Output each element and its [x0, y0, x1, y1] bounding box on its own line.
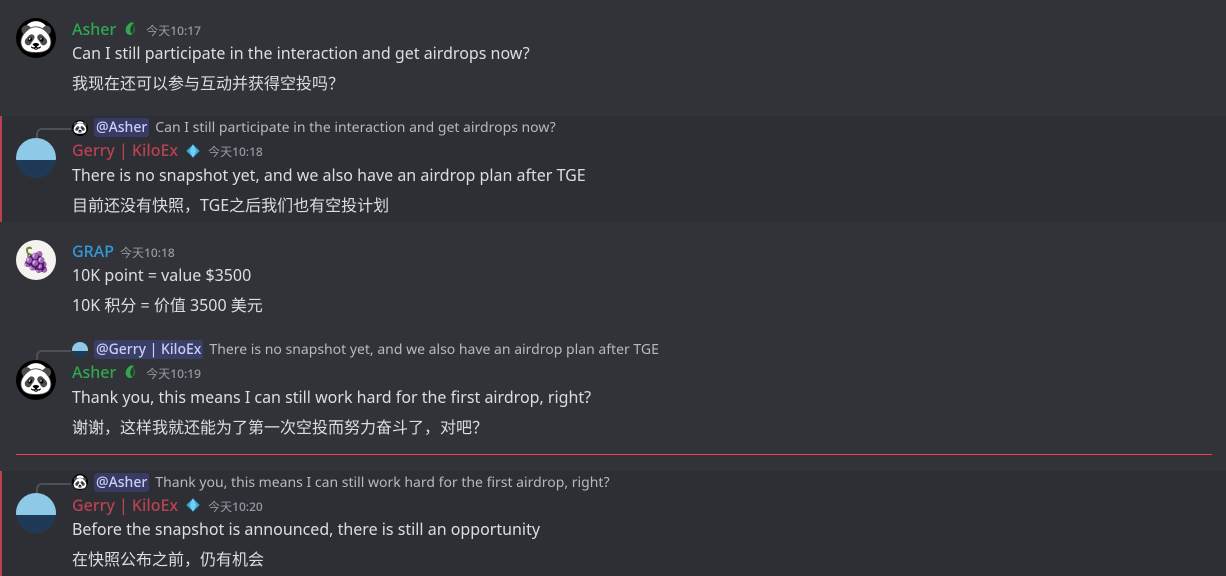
reply-username[interactable]: @Asher — [94, 473, 149, 492]
reply-context[interactable]: @Asher Thank you, this means I can still … — [72, 473, 1178, 492]
leaf-icon — [123, 21, 139, 37]
leaf-icon — [123, 364, 139, 380]
reply-preview-text[interactable]: Thank you, this means I can still work h… — [155, 473, 609, 492]
username[interactable]: Asher — [72, 18, 116, 40]
reply-preview-text[interactable]: Can I still participate in the interacti… — [155, 118, 555, 137]
reply-avatar[interactable] — [72, 342, 88, 358]
new-messages-divider — [16, 454, 1212, 455]
message-header: GRAP 今天10:18 — [72, 240, 1178, 262]
message-header: Asher 今天10:19 — [72, 361, 1178, 383]
timestamp: 今天10:18 — [208, 144, 263, 161]
leaf-icon — [122, 363, 140, 381]
message[interactable]: @Asher Can I still participate in the int… — [0, 116, 1226, 221]
avatar[interactable] — [16, 18, 56, 58]
message[interactable]: Asher 今天10:17 Can I still participate in t… — [0, 16, 1226, 100]
message[interactable]: GRAP 今天10:18 10K point = value $3500 10K 积分… — [0, 238, 1226, 322]
message-text: Thank you, this means I can still work h… — [72, 386, 1178, 408]
reply-avatar[interactable] — [72, 120, 88, 136]
timestamp: 今天10:20 — [208, 499, 263, 516]
timestamp: 今天10:17 — [146, 23, 201, 40]
timestamp: 今天10:19 — [146, 366, 201, 383]
username[interactable]: Gerry | KiloEx — [72, 494, 178, 516]
message-text: Before the snapshot is announced, there … — [72, 518, 1178, 540]
message-text: Can I still participate in the interacti… — [72, 42, 1178, 64]
message-text: 10K 积分 = 价值 3500 美元 — [72, 294, 1178, 316]
message-header: Gerry | KiloEx 今天10:18 — [72, 139, 1178, 161]
timestamp: 今天10:18 — [120, 245, 175, 262]
message-text: There is no snapshot yet, and we also ha… — [72, 164, 1178, 186]
chat-log: Asher 今天10:17 Can I still participate in t… — [0, 16, 1226, 576]
message-header: Gerry | KiloEx 今天10:20 — [72, 494, 1178, 516]
reply-username[interactable]: @Asher — [94, 118, 149, 137]
message-text: 在快照公布之前，仍有机会 — [72, 548, 1178, 570]
message-text: 目前还没有快照，TGE之后我们也有空投计划 — [72, 194, 1178, 216]
username[interactable]: GRAP — [72, 240, 114, 262]
message-text: 谢谢，这样我就还能为了第一次空投而努力奋斗了，对吧？ — [72, 416, 1178, 438]
leaf-icon — [122, 20, 140, 38]
username[interactable]: Asher — [72, 361, 116, 383]
message[interactable]: @Asher Thank you, this means I can still … — [0, 471, 1226, 576]
message-header: Asher 今天10:17 — [72, 18, 1178, 40]
avatar[interactable] — [16, 240, 56, 280]
message-text: 我现在还可以参与互动并获得空投吗？ — [72, 72, 1178, 94]
reply-avatar[interactable] — [72, 474, 88, 490]
reply-preview-text[interactable]: There is no snapshot yet, and we also ha… — [209, 340, 658, 359]
username[interactable]: Gerry | KiloEx — [72, 139, 178, 161]
diamond-icon — [184, 496, 202, 514]
avatar[interactable] — [16, 493, 56, 533]
reply-context[interactable]: @Asher Can I still participate in the int… — [72, 118, 1178, 137]
diamond-icon — [185, 497, 201, 513]
avatar[interactable] — [16, 360, 56, 400]
reply-context[interactable]: @Gerry | KiloEx There is no snapshot yet,… — [72, 340, 1178, 359]
message-text: 10K point = value $3500 — [72, 264, 1178, 286]
message[interactable]: @Gerry | KiloEx There is no snapshot yet,… — [0, 338, 1226, 443]
diamond-icon — [184, 142, 202, 160]
diamond-icon — [185, 143, 201, 159]
reply-username[interactable]: @Gerry | KiloEx — [94, 340, 203, 359]
avatar[interactable] — [16, 138, 56, 178]
